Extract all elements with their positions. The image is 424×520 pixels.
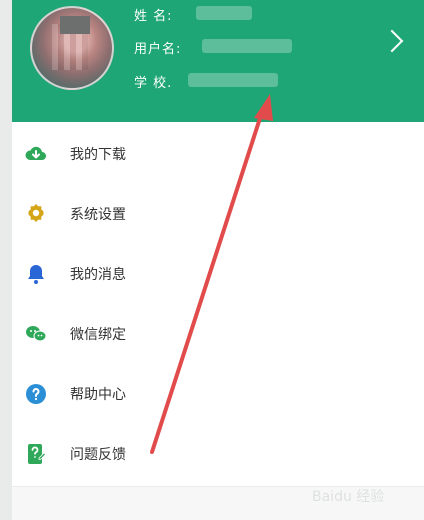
menu-item-wechat-binding[interactable]: 微信绑定 <box>12 312 424 356</box>
menu-item-label: 系统设置 <box>70 207 126 223</box>
menu-item-downloads[interactable]: 我的下载 <box>12 132 424 176</box>
menu-item-label: 我的消息 <box>70 267 126 283</box>
menu-item-label: 帮助中心 <box>70 387 126 403</box>
username-label: 用户名: <box>134 42 182 57</box>
menu-item-help-center[interactable]: 帮助中心 <box>12 372 424 416</box>
school-label: 学 校. <box>134 76 173 91</box>
avatar[interactable] <box>30 6 114 90</box>
menu-item-messages[interactable]: 我的消息 <box>12 252 424 296</box>
drawer-panel: 姓 名: 用户名: 学 校. 我的下载 系统设置 我的消息 微信绑定 帮助中心 … <box>12 0 424 520</box>
wechat-icon <box>24 322 48 346</box>
name-label: 姓 名: <box>134 9 173 24</box>
help-icon <box>24 382 48 406</box>
cloud-download-icon <box>24 142 48 166</box>
menu-item-label: 问题反馈 <box>70 447 126 463</box>
menu-item-label: 我的下载 <box>70 147 126 163</box>
watermark: Baidu 经验 <box>312 489 385 505</box>
menu-item-feedback[interactable]: 问题反馈 <box>12 432 424 476</box>
chevron-right-icon[interactable] <box>380 29 404 53</box>
left-background-strip <box>0 0 12 520</box>
bell-icon <box>24 262 48 286</box>
gear-icon <box>24 202 48 226</box>
menu-item-label: 微信绑定 <box>70 327 126 343</box>
username-value-redacted <box>202 39 292 53</box>
profile-header[interactable]: 姓 名: 用户名: 学 校. <box>12 0 424 122</box>
school-value-redacted <box>188 73 278 87</box>
menu-item-settings[interactable]: 系统设置 <box>12 192 424 236</box>
feedback-icon <box>24 442 48 466</box>
name-value-redacted <box>196 6 252 20</box>
